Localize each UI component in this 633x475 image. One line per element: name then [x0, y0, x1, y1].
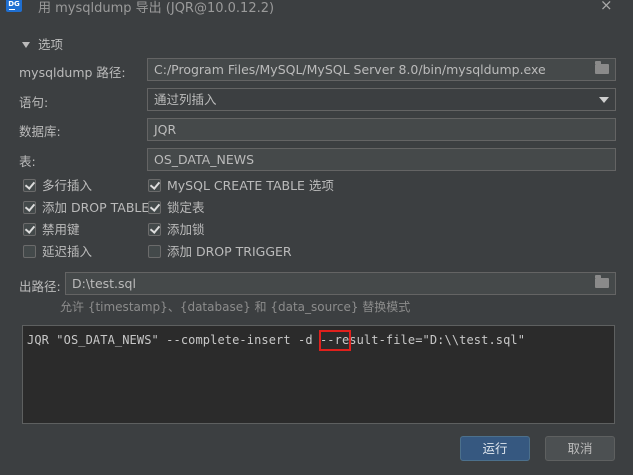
checkbox-label: 锁定表 [167, 200, 205, 215]
database-field[interactable]: JQR [147, 118, 616, 141]
checkbox-label: MySQL CREATE TABLE 选项 [167, 178, 334, 193]
close-icon[interactable]: × [600, 0, 613, 14]
output-path-value: D:\test.sql [72, 276, 136, 291]
add-drop-table-checkbox[interactable]: 添加 DROP TABLE [23, 200, 149, 216]
options-section-toggle[interactable]: 选项 [22, 34, 63, 53]
checkbox-checked-icon[interactable] [148, 201, 161, 214]
checkbox-checked-icon[interactable] [148, 223, 161, 236]
add-locks-checkbox[interactable]: 添加锁 [148, 222, 205, 238]
collapse-triangle-icon [22, 41, 30, 48]
mysqldump-path-value: C:/Program Files/MySQL/MySQL Server 8.0/… [154, 62, 546, 77]
command-text: JQR "OS_DATA_NEWS" --complete-insert -d … [27, 333, 526, 347]
datagrip-app-icon: DG [6, 0, 22, 12]
delayed-insert-checkbox[interactable]: 延迟插入 [23, 244, 92, 260]
checkbox-unchecked-icon[interactable] [148, 245, 161, 258]
run-button[interactable]: 运行 [460, 436, 530, 461]
window-title: 用 mysqldump 导出 (JQR@10.0.12.2) [38, 1, 275, 16]
checkbox-label: 添加 DROP TABLE [42, 200, 150, 215]
title-bar: DG 用 mysqldump 导出 (JQR@10.0.12.2) × [0, 0, 633, 20]
red-annotation-box [319, 330, 351, 351]
database-label: 数据库: [19, 124, 61, 139]
add-drop-trigger-checkbox[interactable]: 添加 DROP TRIGGER [148, 244, 292, 260]
checkbox-label: 多行插入 [42, 178, 93, 193]
checkbox-label: 添加 DROP TRIGGER [167, 244, 292, 259]
database-value: JQR [154, 122, 177, 137]
cancel-button[interactable]: 取消 [545, 436, 615, 461]
chevron-down-icon[interactable] [599, 97, 609, 103]
substitution-hint: 允许 {timestamp}、{database} 和 {data_source… [60, 300, 411, 314]
lock-tables-checkbox[interactable]: 锁定表 [148, 200, 205, 216]
mysql-create-table-options-checkbox[interactable]: MySQL CREATE TABLE 选项 [148, 178, 334, 194]
table-value: OS_DATA_NEWS [154, 152, 255, 167]
checkbox-label: 添加锁 [167, 222, 205, 237]
output-path-field[interactable]: D:\test.sql [65, 272, 616, 295]
folder-icon[interactable] [595, 275, 609, 288]
checkbox-label: 禁用键 [42, 222, 80, 237]
checkbox-unchecked-icon[interactable] [23, 245, 36, 258]
options-section-label: 选项 [38, 37, 64, 52]
output-path-label: 出路径: [19, 279, 61, 294]
checkbox-checked-icon[interactable] [23, 201, 36, 214]
checkbox-checked-icon[interactable] [23, 179, 36, 192]
table-label: 表: [19, 154, 36, 169]
checkbox-label: 延迟插入 [42, 244, 93, 259]
statement-value: 通过列插入 [154, 92, 217, 107]
statement-select[interactable]: 通过列插入 [147, 88, 616, 111]
mysqldump-path-label: mysqldump 路径: [19, 65, 126, 80]
mysqldump-path-field[interactable]: C:/Program Files/MySQL/MySQL Server 8.0/… [147, 58, 616, 81]
command-preview[interactable]: JQR "OS_DATA_NEWS" --complete-insert -d … [22, 325, 615, 424]
folder-icon[interactable] [595, 61, 609, 74]
disable-keys-checkbox[interactable]: 禁用键 [23, 222, 80, 238]
multirow-insert-checkbox[interactable]: 多行插入 [23, 178, 92, 194]
checkbox-checked-icon[interactable] [148, 179, 161, 192]
statement-label: 语句: [19, 95, 49, 110]
table-field[interactable]: OS_DATA_NEWS [147, 148, 616, 171]
checkbox-checked-icon[interactable] [23, 223, 36, 236]
